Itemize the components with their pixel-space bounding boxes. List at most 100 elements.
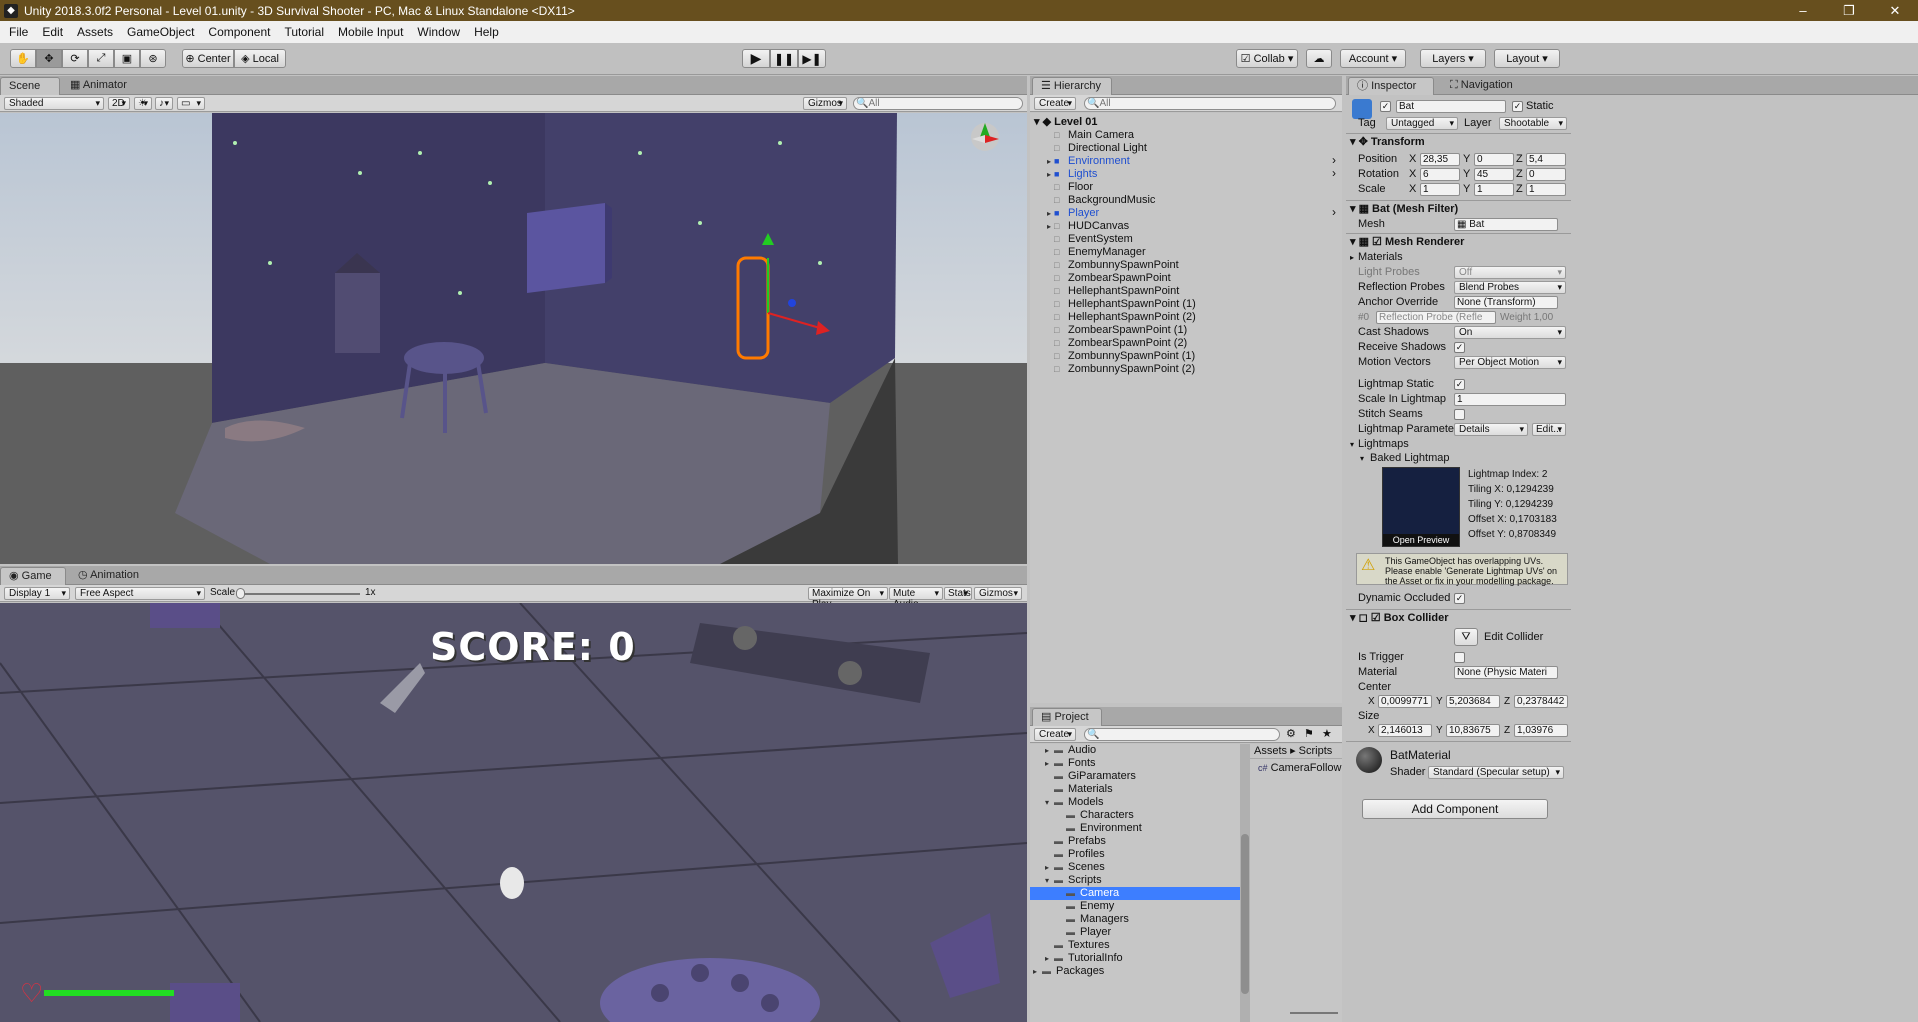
size-x-field[interactable]: 2,146013	[1378, 724, 1432, 737]
rect-tool-icon[interactable]: ▣	[114, 49, 140, 68]
hierarchy-item[interactable]: ▸ ■ Player ›	[1030, 206, 1342, 220]
materials-row[interactable]: ▸ Materials	[1346, 250, 1571, 265]
folder-arrow-icon[interactable]: ▸	[1042, 744, 1052, 757]
breadcrumb-scripts[interactable]: Scripts	[1299, 745, 1333, 757]
menu-edit[interactable]: Edit	[35, 25, 70, 39]
project-folder-item[interactable]: ▬ Player	[1030, 926, 1240, 939]
hierarchy-item[interactable]: □ ZombunnySpawnPoint (2)	[1030, 363, 1342, 376]
transform-header[interactable]: ▾ ✥ Transform	[1346, 133, 1571, 150]
hierarchy-item[interactable]: □ ZombunnySpawnPoint (1)	[1030, 350, 1342, 363]
layer-dropdown[interactable]: Shootable	[1499, 117, 1567, 130]
reflection-probes-dropdown[interactable]: Blend Probes	[1454, 281, 1566, 294]
close-button[interactable]: ✕	[1872, 0, 1918, 21]
effects-icon[interactable]: ▭	[177, 97, 205, 110]
box-collider-header[interactable]: ▾ ◻ ☑ Box Collider	[1346, 609, 1571, 626]
static-checkbox[interactable]: ✓	[1512, 101, 1523, 112]
mute-audio-toggle[interactable]: Mute Audio	[889, 587, 943, 610]
hierarchy-item[interactable]: □ HellephantSpawnPoint	[1030, 285, 1342, 298]
add-component-button[interactable]: Add Component	[1362, 799, 1548, 819]
lightmaps-foldout[interactable]: ▾ Lightmaps	[1346, 437, 1571, 452]
file-item[interactable]: c# CameraFollow	[1250, 761, 1342, 776]
move-tool-icon[interactable]: ✥	[36, 49, 62, 68]
project-folder-item[interactable]: ▬ Textures	[1030, 939, 1240, 952]
menu-help[interactable]: Help	[467, 25, 506, 39]
center-y-field[interactable]: 5,203684	[1446, 695, 1500, 708]
folder-arrow-icon[interactable]: ▸	[1030, 965, 1040, 978]
hierarchy-item[interactable]: □ BackgroundMusic	[1030, 194, 1342, 207]
scene-orientation-gizmo-icon[interactable]	[971, 123, 999, 151]
hierarchy-item[interactable]: □ EnemyManager	[1030, 246, 1342, 259]
scene-viewport[interactable]	[0, 113, 1027, 564]
cloud-icon[interactable]: ☁	[1306, 49, 1332, 68]
filter-type-icon[interactable]: ⚙	[1286, 727, 1296, 740]
active-checkbox[interactable]: ✓	[1380, 101, 1391, 112]
hierarchy-item[interactable]: □ Main Camera	[1030, 129, 1342, 142]
motion-vectors-dropdown[interactable]: Per Object Motion	[1454, 356, 1566, 369]
layout-dropdown[interactable]: Layout ▾	[1494, 49, 1560, 68]
breadcrumb-assets[interactable]: Assets	[1254, 745, 1287, 757]
project-folder-item[interactable]: ▸ ▬ Audio	[1030, 744, 1240, 757]
lighting-icon[interactable]: ☀	[134, 97, 152, 110]
game-gizmos-dropdown[interactable]: Gizmos	[974, 587, 1022, 600]
tab-hierarchy[interactable]: ☰ Hierarchy	[1032, 77, 1112, 95]
mesh-field[interactable]: ▦ Bat	[1454, 218, 1558, 231]
menu-window[interactable]: Window	[410, 25, 467, 39]
project-folder-item[interactable]: ▸ ▬ TutorialInfo	[1030, 952, 1240, 965]
receive-shadows-checkbox[interactable]: ✓	[1454, 342, 1465, 353]
tab-project[interactable]: ▤ Project	[1032, 708, 1102, 726]
project-folder-item[interactable]: ▬ Managers	[1030, 913, 1240, 926]
expand-arrow-icon[interactable]: ▸	[1044, 155, 1054, 168]
position-y-field[interactable]: 0	[1474, 153, 1514, 166]
scale-y-field[interactable]: 1	[1474, 183, 1514, 196]
hierarchy-search-input[interactable]: 🔍All	[1084, 97, 1336, 110]
menu-gameobject[interactable]: GameObject	[120, 25, 201, 39]
pivot-local-button[interactable]: ◈ Local	[234, 49, 286, 68]
shader-dropdown[interactable]: Standard (Specular setup)	[1428, 766, 1564, 779]
collider-material-field[interactable]: None (Physic Materi	[1454, 666, 1558, 679]
project-folder-item[interactable]: ▸ ▬ Packages	[1030, 965, 1240, 978]
menu-tutorial[interactable]: Tutorial	[277, 25, 331, 39]
is-trigger-checkbox[interactable]	[1454, 652, 1465, 663]
mesh-renderer-header[interactable]: ▾ ▦ ☑ Mesh Renderer	[1346, 233, 1571, 250]
rotate-tool-icon[interactable]: ⟳	[62, 49, 88, 68]
favorite-icon[interactable]: ★	[1322, 727, 1332, 740]
project-create-dropdown[interactable]: Create	[1034, 728, 1076, 741]
dynamic-occluded-checkbox[interactable]: ✓	[1454, 593, 1465, 604]
filter-label-icon[interactable]: ⚑	[1304, 727, 1314, 740]
tab-animator[interactable]: ▦ Animator	[62, 77, 142, 95]
transform-tool-icon[interactable]: ⊛	[140, 49, 166, 68]
scale-z-field[interactable]: 1	[1526, 183, 1566, 196]
hierarchy-item[interactable]: □ HellephantSpawnPoint (2)	[1030, 311, 1342, 324]
scale-slider-handle[interactable]	[236, 588, 245, 599]
scale-x-field[interactable]: 1	[1420, 183, 1460, 196]
project-search-input[interactable]: 🔍	[1084, 728, 1280, 741]
anchor-override-field[interactable]: None (Transform)	[1454, 296, 1558, 309]
project-folder-item[interactable]: ▬ GiParamaters	[1030, 770, 1240, 783]
stitch-seams-checkbox[interactable]	[1454, 409, 1465, 420]
play-icon[interactable]: ▶	[742, 49, 770, 68]
menu-mobile-input[interactable]: Mobile Input	[331, 25, 410, 39]
lightmap-edit-button[interactable]: Edit...	[1532, 423, 1566, 436]
hierarchy-item[interactable]: □ ZombearSpawnPoint (1)	[1030, 324, 1342, 337]
rotation-z-field[interactable]: 0	[1526, 168, 1566, 181]
maximize-button[interactable]: ❐	[1826, 0, 1872, 21]
aspect-dropdown[interactable]: Free Aspect	[75, 587, 205, 600]
menu-assets[interactable]: Assets	[70, 25, 120, 39]
scale-lightmap-field[interactable]: 1	[1454, 393, 1566, 406]
rotation-x-field[interactable]: 6	[1420, 168, 1460, 181]
light-probes-dropdown[interactable]: Off	[1454, 266, 1566, 279]
rotation-y-field[interactable]: 45	[1474, 168, 1514, 181]
icon-size-slider[interactable]	[1290, 1012, 1338, 1014]
stats-toggle[interactable]: Stats	[944, 587, 972, 600]
tab-game[interactable]: ◉ Game	[0, 567, 66, 585]
open-prefab-icon[interactable]: ›	[1332, 167, 1336, 179]
lightmap-param-dropdown[interactable]: Details	[1454, 423, 1528, 436]
hierarchy-item[interactable]: ▸ ■ Lights ›	[1030, 167, 1342, 181]
hierarchy-item[interactable]: □ ZombunnySpawnPoint	[1030, 259, 1342, 272]
pause-icon[interactable]: ❚❚	[770, 49, 798, 68]
maximize-on-play-toggle[interactable]: Maximize On Play	[808, 587, 888, 610]
cast-shadows-dropdown[interactable]: On	[1454, 326, 1566, 339]
hand-tool-icon[interactable]: ✋	[10, 49, 36, 68]
scene-root-item[interactable]: ▾ ◆ Level 01	[1030, 116, 1342, 129]
center-x-field[interactable]: 0,0099771	[1378, 695, 1432, 708]
